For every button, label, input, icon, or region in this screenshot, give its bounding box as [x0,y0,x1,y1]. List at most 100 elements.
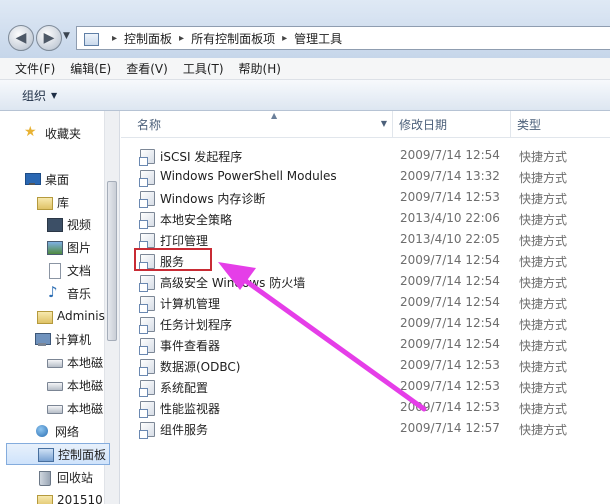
arrow-left-icon: ◀ [15,30,27,46]
file-list: 名称 ▲ ▼ 修改日期 类型 iSCSI 发起程序 2009/7/14 12:54… [121,111,610,504]
organize-button[interactable]: 组织 [22,87,46,104]
nav-item[interactable]: 本地磁 [46,351,103,373]
chevron-down-icon[interactable]: ▼ [381,119,387,128]
file-name[interactable]: Windows 内存诊断 [160,190,265,207]
file-type: 快捷方式 [519,360,568,374]
breadcrumb-all-items[interactable]: 所有控制面板项 [191,30,275,47]
shortcut-icon [139,190,155,208]
column-name[interactable]: 名称 ▲ ▼ [131,111,393,138]
nav-item[interactable]: 控制面板 [6,443,110,465]
file-date: 2013/4/10 22:06 [400,211,500,225]
file-name[interactable]: 系统配置 [160,379,208,396]
menu-tools[interactable]: 工具(T) [183,60,224,77]
file-name[interactable]: 打印管理 [160,232,208,249]
nav-item[interactable]: 音乐 [46,282,91,304]
breadcrumb-separator[interactable]: ▸ [179,33,184,44]
folder-icon [36,492,53,504]
column-type[interactable]: 类型 [511,111,610,138]
file-row[interactable]: 系统配置 2009/7/14 12:53 快捷方式 [121,376,610,397]
file-date: 2009/7/14 12:54 [400,253,500,267]
file-name[interactable]: 事件查看器 [160,337,220,354]
menu-file[interactable]: 文件(F) [15,60,55,77]
column-type-label: 类型 [517,118,542,132]
file-name[interactable]: 组件服务 [160,421,208,438]
nav-item-label: Adminis [57,309,105,323]
nav-item[interactable]: 本地磁 [46,397,103,419]
breadcrumb-separator[interactable]: ▸ [282,33,287,44]
file-type: 快捷方式 [519,381,568,395]
file-row[interactable]: 本地安全策略 2013/4/10 22:06 快捷方式 [121,208,610,229]
file-name[interactable]: Windows PowerShell Modules [160,169,337,183]
file-row[interactable]: 组件服务 2009/7/14 12:57 快捷方式 [121,418,610,439]
file-name[interactable]: iSCSI 发起程序 [160,148,242,165]
file-row[interactable]: 服务 2009/7/14 12:54 快捷方式 [121,250,610,271]
column-date-label: 修改日期 [399,118,448,132]
file-date: 2009/7/14 12:57 [400,421,500,435]
file-row[interactable]: 任务计划程序 2009/7/14 12:54 快捷方式 [121,313,610,334]
nav-item[interactable]: Adminis [36,305,105,327]
nav-item[interactable]: 收藏夹 [24,122,81,144]
breadcrumb-admin-tools[interactable]: 管理工具 [294,30,342,47]
file-name[interactable]: 性能监视器 [160,400,220,417]
nav-item[interactable]: 计算机 [34,328,91,350]
nav-item-label: 图片 [67,240,92,255]
file-name[interactable]: 计算机管理 [160,295,220,312]
nav-item[interactable]: 桌面 [24,168,69,190]
control-panel-icon [37,446,54,462]
forward-button[interactable]: ▶ [36,25,62,51]
disk-icon [46,377,63,393]
breadcrumb-separator[interactable]: ▸ [112,33,117,44]
nav-item[interactable]: 本地磁 [46,374,103,396]
nav-item-label: 音乐 [67,286,92,301]
menu-help[interactable]: 帮助(H) [239,60,281,77]
shortcut-icon [139,316,155,334]
breadcrumb-control-panel[interactable]: 控制面板 [124,30,172,47]
menu-edit[interactable]: 编辑(E) [70,60,111,77]
file-row[interactable]: 数据源(ODBC) 2009/7/14 12:53 快捷方式 [121,355,610,376]
shortcut-icon [139,253,155,271]
file-date: 2009/7/14 12:53 [400,379,500,393]
file-row[interactable]: iSCSI 发起程序 2009/7/14 12:54 快捷方式 [121,145,610,166]
shortcut-icon [139,232,155,250]
file-date: 2009/7/14 12:54 [400,295,500,309]
file-date: 2013/4/10 22:05 [400,232,500,246]
control-panel-icon [83,31,99,46]
nav-item[interactable]: 网络 [34,420,79,442]
nav-item[interactable]: 201510 [36,489,103,504]
file-type: 快捷方式 [519,213,568,227]
file-row[interactable]: 计算机管理 2009/7/14 12:54 快捷方式 [121,292,610,313]
chevron-down-icon[interactable]: ▼ [51,91,57,100]
nav-item[interactable]: 视频 [46,213,91,235]
file-name[interactable]: 高级安全 Windows 防火墙 [160,274,305,291]
user-folder-icon [36,308,53,324]
file-name[interactable]: 服务 [160,253,184,270]
file-type: 快捷方式 [519,402,568,416]
menu-view[interactable]: 查看(V) [126,60,168,77]
pictures-icon [46,239,63,255]
file-type: 快捷方式 [519,171,568,185]
file-name[interactable]: 数据源(ODBC) [160,358,240,375]
file-name[interactable]: 本地安全策略 [160,211,232,228]
file-row[interactable]: Windows PowerShell Modules 2009/7/14 13:3… [121,166,610,187]
back-button[interactable]: ◀ [8,25,34,51]
file-row[interactable]: 事件查看器 2009/7/14 12:54 快捷方式 [121,334,610,355]
file-row[interactable]: 高级安全 Windows 防火墙 2009/7/14 12:54 快捷方式 [121,271,610,292]
file-date: 2009/7/14 12:53 [400,400,500,414]
file-row[interactable]: 性能监视器 2009/7/14 12:53 快捷方式 [121,397,610,418]
nav-item[interactable]: 库 [36,191,69,213]
nav-item-label: 计算机 [55,332,92,347]
column-date[interactable]: 修改日期 [393,111,511,138]
file-date: 2009/7/14 12:54 [400,337,500,351]
nav-item[interactable]: 文档 [46,259,91,281]
file-name[interactable]: 任务计划程序 [160,316,232,333]
file-date: 2009/7/14 12:54 [400,274,500,288]
nav-scroll-thumb[interactable] [107,181,117,341]
address-box[interactable]: ▸ 控制面板 ▸ 所有控制面板项 ▸ 管理工具 [76,26,610,50]
disk-icon [46,400,63,416]
nav-item[interactable]: 图片 [46,236,91,258]
file-row[interactable]: Windows 内存诊断 2009/7/14 12:53 快捷方式 [121,187,610,208]
recent-pages-dropdown-icon[interactable]: ▼ [63,31,70,41]
file-row[interactable]: 打印管理 2013/4/10 22:05 快捷方式 [121,229,610,250]
nav-item-label: 本地磁 [67,355,104,370]
nav-item[interactable]: 回收站 [36,466,93,488]
